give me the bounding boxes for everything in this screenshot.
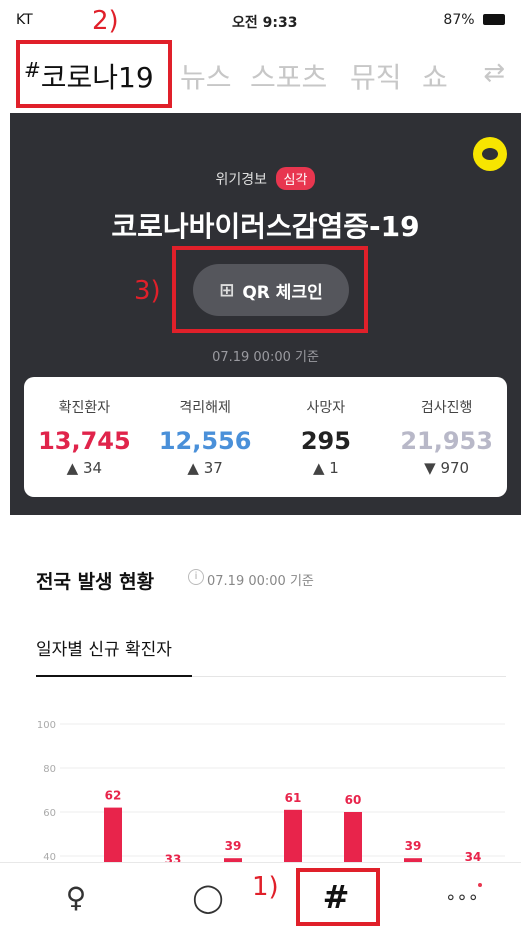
- swap-icon[interactable]: ⇄: [483, 58, 505, 88]
- tab-news[interactable]: 뉴스: [180, 56, 232, 96]
- nav-more[interactable]: ∘∘∘: [432, 873, 492, 921]
- status-bar: KT 오전 9:33 87%: [0, 0, 521, 40]
- hero-date: 07.19 00:00 기준: [212, 350, 319, 365]
- chat-icon: ◯: [192, 880, 224, 914]
- stats-card: 확진환자 13,745 ▲ 34 격리해제 12,556 ▲ 37 사망자 29…: [24, 377, 507, 497]
- chart-bar: [284, 809, 302, 900]
- daily-cases-chart: 100 80 60 40 62 33 39 61 60 39 34: [0, 700, 521, 900]
- annotation-label-1: 1): [252, 872, 279, 902]
- battery-indicator: 87%: [443, 12, 505, 28]
- stat-confirmed: 확진환자 13,745 ▲ 34: [24, 377, 145, 497]
- stat-testing: 검사진행 21,953 ▼ 970: [386, 377, 507, 497]
- stat-value: 13,745: [38, 427, 131, 455]
- stat-deaths: 사망자 295 ▲ 1: [266, 377, 387, 497]
- carrier-label: KT: [16, 12, 33, 28]
- stat-delta: ▼ 970: [424, 459, 470, 477]
- tab-music[interactable]: 뮤직: [350, 56, 402, 96]
- stat-released: 격리해제 12,556 ▲ 37: [145, 377, 266, 497]
- alert-badge: 심각: [275, 167, 316, 190]
- annotation-label-2: 2): [92, 6, 119, 36]
- bar-value-label: 60: [345, 793, 362, 807]
- annotation-box-tab: [16, 40, 172, 108]
- stat-delta: ▲ 34: [66, 459, 103, 477]
- kakaotalk-icon[interactable]: [473, 137, 507, 171]
- y-tick-label: 80: [43, 764, 56, 775]
- notification-dot: [478, 883, 482, 887]
- chart-bar: [104, 807, 122, 900]
- annotation-box-qr: [172, 246, 368, 333]
- nav-chat[interactable]: ◯: [178, 873, 238, 921]
- bar-value-label: 39: [225, 839, 242, 853]
- tab-show[interactable]: 쇼: [422, 56, 448, 96]
- battery-percent: 87%: [443, 12, 475, 28]
- hero-title: 코로나바이러스감염증-19: [111, 210, 420, 243]
- alert-label: 위기경보: [215, 172, 268, 188]
- alert-level: 위기경보 심각: [10, 167, 521, 190]
- battery-icon: [483, 14, 505, 25]
- stat-label: 검사진행: [420, 400, 473, 416]
- stat-value: 12,556: [158, 427, 252, 455]
- stat-delta: ▲ 1: [312, 459, 339, 477]
- bar-value-label: 62: [105, 789, 122, 803]
- stat-value: 21,953: [400, 427, 493, 455]
- bar-value-label: 39: [405, 839, 422, 853]
- bar-value-label: 61: [285, 791, 302, 805]
- y-tick-label: 100: [37, 720, 56, 731]
- stat-delta: ▲ 37: [187, 459, 223, 477]
- profile-icon: ♀: [65, 880, 87, 914]
- stat-label: 사망자: [306, 400, 346, 416]
- stat-label: 격리해제: [179, 400, 231, 416]
- info-icon[interactable]: i: [188, 569, 204, 585]
- tab-daily-new-cases[interactable]: 일자별 신규 확진자: [36, 635, 172, 660]
- nav-profile[interactable]: ♀: [46, 873, 106, 921]
- annotation-box-nav: [296, 868, 380, 926]
- tab-sports[interactable]: 스포츠: [250, 56, 327, 96]
- stat-label: 확진환자: [58, 400, 111, 416]
- clock: 오전 9:33: [232, 15, 298, 31]
- y-tick-label: 60: [43, 808, 56, 819]
- more-icon: ∘∘∘: [445, 886, 479, 908]
- stat-value: 295: [300, 427, 351, 455]
- annotation-label-3: 3): [134, 276, 161, 306]
- section-title: 전국 발생 현황: [36, 571, 155, 593]
- section-date: 07.19 00:00 기준: [207, 574, 314, 589]
- chart-svg: 10080604062333961 603934: [37, 720, 505, 900]
- active-tab-underline: [36, 675, 192, 677]
